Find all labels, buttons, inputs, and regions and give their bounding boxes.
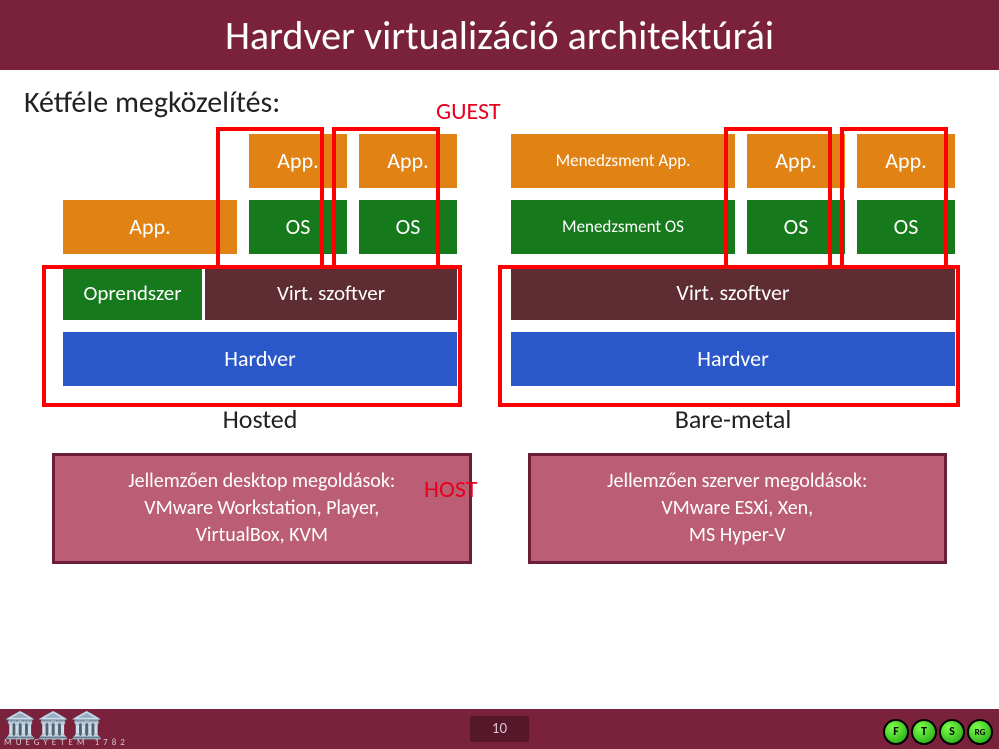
example-hosted-line1: Jellemzően desktop megoldások: [65,468,459,495]
hosted-guest-app-2: App. [356,131,460,191]
badge-rg-icon: RG [967,719,993,745]
badge-t-icon: T [911,719,937,745]
slide-title: Hardver virtualizáció architektúrái [0,0,999,70]
bm-guest-app-2: App. [854,131,958,191]
hosted-virt-software: Virt. szoftver [202,263,460,323]
example-baremetal: Jellemzően szerver megoldások: VMware ES… [528,453,948,564]
hosted-guest-os-1: OS [246,197,350,257]
diagram-area: GUEST HOST App. App. App. OS OS Oprendsz… [0,131,999,435]
bm-virt-software: Virt. szoftver [508,263,958,323]
hosted-guest-os-2: OS [356,197,460,257]
footer-logo-left: 🏛️🏛️🏛️ MŰEGYETEM 1782 [4,712,129,747]
example-bm-line1: Jellemzően szerver megoldások: [541,468,935,495]
slide-title-text: Hardver virtualizáció architektúrái [225,11,774,60]
hosted-hardware: Hardver [60,329,460,389]
hosted-host-app: App. [60,197,240,257]
footer-bar: 🏛️🏛️🏛️ MŰEGYETEM 1782 10 F T S RG [0,709,999,749]
annotation-guest: GUEST [436,97,501,126]
stack-hosted: App. App. App. OS OS Oprendszer Virt. sz… [60,131,460,435]
footer-logo-right: F T S RG [883,719,993,745]
example-bm-line3: MS Hyper-V [541,522,935,549]
bm-mgmt-app: Menedzsment App. [508,131,738,191]
example-bm-line2: VMware ESXi, Xen, [541,495,935,522]
example-hosted: Jellemzően desktop megoldások: VMware Wo… [52,453,472,564]
building-icon: 🏛️🏛️🏛️ [4,712,129,738]
bm-guest-os-1: OS [744,197,848,257]
examples-row: Jellemzően desktop megoldások: VMware Wo… [0,453,999,564]
bm-guest-app-1: App. [744,131,848,191]
page-number: 10 [470,716,529,742]
badge-s-icon: S [939,719,965,745]
hosted-guest-app-1: App. [246,131,350,191]
example-hosted-line3: VirtualBox, KVM [65,522,459,549]
badge-f-icon: F [883,719,909,745]
bm-label: Bare-metal [508,403,958,435]
footer-left-caption: MŰEGYETEM 1782 [4,737,129,748]
stack-baremetal: Menedzsment App. App. App. Menedzsment O… [508,131,958,435]
hosted-host-os: Oprendszer [60,263,202,323]
example-hosted-line2: VMware Workstation, Player, [65,495,459,522]
bm-mgmt-os: Menedzsment OS [508,197,738,257]
bm-guest-os-2: OS [854,197,958,257]
hosted-label: Hosted [60,403,460,435]
annotation-host: HOST [424,475,477,504]
bm-hardware: Hardver [508,329,958,389]
